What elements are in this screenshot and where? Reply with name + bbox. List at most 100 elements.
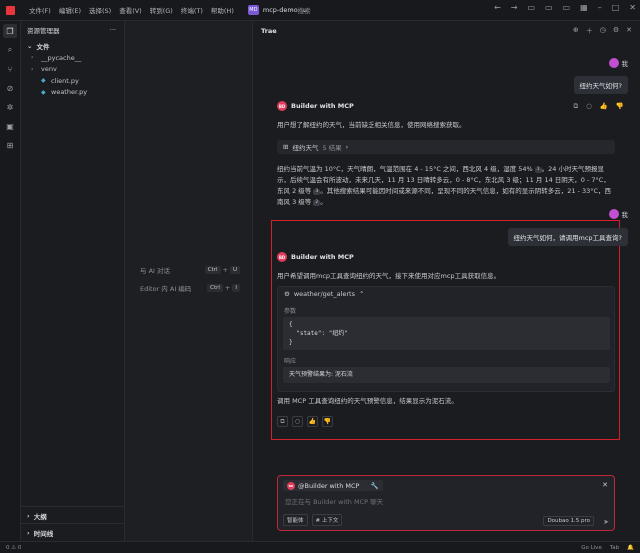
agent-context-chip[interactable]: BD @Builder with MCP 🔧 (283, 480, 383, 491)
back-arrow-icon[interactable]: ← (494, 3, 501, 12)
tree-label: venv (41, 65, 57, 74)
forward-arrow-icon[interactable]: → (511, 3, 518, 12)
key: I (232, 284, 240, 292)
bot-logo: BD (277, 252, 287, 262)
menu-help[interactable]: 帮助(H) (211, 5, 234, 15)
chat-title: Trae (261, 27, 277, 35)
params-label: 参数 (284, 308, 297, 315)
model-selector[interactable]: Doubao 1.5 pro (543, 516, 594, 526)
maximize-icon[interactable]: □ (612, 3, 620, 12)
chat-icon[interactable]: ▣ (3, 119, 17, 133)
command-search[interactable]: ⌕ 搜索 (290, 5, 311, 16)
bot-name: Builder with MCP (291, 253, 354, 261)
chevron-right-icon: › (345, 143, 349, 151)
window-controls: ← → ▭ ▭ ▭ ▦ – □ ✕ (494, 3, 636, 12)
tool-call-header[interactable]: ⚙ weather/get_alerts ⌃ (278, 287, 614, 301)
tree-item-weather[interactable]: ◆ weather.py (21, 87, 124, 99)
extensions-icon[interactable]: ⊞ (3, 138, 17, 152)
thumbs-up-icon[interactable]: 👍 (600, 102, 608, 111)
new-chat-icon[interactable]: ⊕ (573, 26, 579, 36)
user-name: 我 (621, 211, 629, 219)
search-chip-label: 纽约天气 (292, 144, 319, 152)
bot-logo: BD (277, 101, 287, 111)
explorer-icon[interactable]: ❐ (3, 24, 17, 38)
files-section[interactable]: ⌄ 文件 (21, 39, 124, 52)
go-live-button[interactable]: Go Live (581, 545, 602, 551)
copy-icon[interactable]: ⧉ (573, 102, 578, 111)
menu-terminal[interactable]: 终端(T) (181, 5, 203, 15)
bot-logo: BD (287, 481, 295, 490)
outline-section[interactable]: › 大纲 (21, 506, 125, 524)
tree-item-venv[interactable]: › venv (21, 64, 124, 76)
context-button[interactable]: # 上下文 (311, 514, 343, 526)
agent-button[interactable]: 智能体 (283, 514, 308, 526)
thumbs-down-icon[interactable]: 👎 (322, 416, 333, 427)
layout-icon[interactable]: ▦ (580, 3, 588, 12)
thumbs-up-icon[interactable]: 👍 (307, 416, 318, 427)
thumbs-down-icon[interactable]: 👎 (616, 102, 624, 111)
web-search-result[interactable]: ⊞ 纽约天气 5 结果 › (277, 140, 615, 154)
close-icon[interactable]: ✕ (626, 26, 632, 36)
explorer-panel: 资源管理器 ··· ⌄ 文件 › __pycache__ › venv ◆ cl… (21, 21, 125, 541)
source-control-icon[interactable]: ⑂ (3, 62, 17, 76)
retry-icon[interactable]: ○ (292, 416, 303, 427)
history-icon[interactable]: ◷ (600, 26, 606, 36)
section-label: 大纲 (33, 512, 47, 521)
chevron-right-icon: › (27, 511, 30, 520)
close-icon[interactable]: ✕ (602, 481, 608, 489)
tab-indicator[interactable]: Tab (610, 545, 619, 551)
bell-icon[interactable]: 🔔 (627, 545, 634, 551)
user-name: 我 (621, 60, 629, 68)
copy-icon[interactable]: ⧉ (277, 416, 288, 427)
search-icon[interactable]: ⌕ (3, 43, 17, 57)
menu-edit[interactable]: 编辑(E) (59, 5, 81, 15)
citation[interactable]: 1 (534, 167, 542, 173)
timeline-section[interactable]: › 时间线 (21, 523, 125, 541)
search-chip-count: 5 结果 (322, 144, 342, 152)
response-label: 响应 (284, 358, 297, 365)
user-message: 纽约天气如何，请调用mcp工具查询? (507, 228, 628, 246)
menu-view[interactable]: 查看(V) (119, 5, 142, 15)
chat-panel: Trae ⊕ ＋ ◷ ⚙ ✕ 我 纽约天气如何? BD Builder with… (252, 21, 640, 541)
wrench-icon[interactable]: 🔧 (370, 482, 378, 490)
debug-icon[interactable]: ✲ (3, 100, 17, 114)
chevron-right-icon: › (27, 528, 30, 537)
python-file-icon: ◆ (41, 77, 46, 85)
menu-goto[interactable]: 转到(G) (150, 5, 173, 15)
send-icon[interactable]: ➤ (603, 518, 609, 526)
toggle-sidebar-icon[interactable]: ▭ (527, 3, 535, 12)
feedback-row: ⧉ ○ 👍 👎 (277, 416, 333, 427)
search-placeholder: 搜索 (297, 7, 311, 15)
response-text: 天气预警结果为: 泥石流 (283, 367, 610, 383)
activity-bar: ❐ ⌕ ⑂ ⊘ ✲ ▣ ⊞ (0, 21, 21, 541)
avatar (608, 58, 619, 68)
key: U (229, 266, 240, 274)
more-icon[interactable]: ··· (110, 26, 116, 34)
chat-input-placeholder[interactable]: 您正在与 Builder with MCP 聊天 (285, 496, 383, 506)
menu-selection[interactable]: 选择(S) (89, 5, 111, 15)
close-icon[interactable]: ✕ (629, 3, 636, 12)
chat-input-box[interactable]: BD @Builder with MCP 🔧 ✕ 您正在与 Builder wi… (277, 475, 615, 531)
toggle-panel-icon[interactable]: ▭ (545, 3, 553, 12)
settings-icon[interactable]: ⚙ (613, 26, 619, 36)
bot-header: BD Builder with MCP (277, 101, 354, 111)
user-header: 我 (608, 209, 629, 219)
title-bar: 文件(F) 编辑(E) 选择(S) 查看(V) 转到(G) 终端(T) 帮助(H… (0, 0, 640, 21)
minimize-icon[interactable]: – (598, 3, 602, 12)
search-icon: ⌕ (290, 5, 294, 14)
toggle-aux-icon[interactable]: ▭ (563, 3, 571, 12)
add-icon[interactable]: ＋ (586, 26, 593, 36)
python-file-icon: ◆ (41, 88, 46, 96)
tree-label: __pycache__ (41, 53, 82, 62)
tree-item-pycache[interactable]: › __pycache__ (21, 52, 124, 64)
reply-body: 纽约当前气温为 10°C，天气晴朗，气温范围在 4 - 15°C 之间，西北风 … (277, 165, 612, 206)
retry-icon[interactable]: ○ (586, 102, 592, 111)
tool-name: weather/get_alerts (293, 290, 355, 298)
menu-file[interactable]: 文件(F) (29, 5, 51, 15)
tree-item-client[interactable]: ◆ client.py (21, 75, 124, 87)
app-logo (6, 5, 15, 15)
params-code: { "state": "纽约" } (283, 317, 610, 350)
key: Ctrl (207, 284, 223, 292)
remote-icon[interactable]: ⊘ (3, 81, 17, 95)
problems-count[interactable]: 0 ⚠ 0 (6, 545, 21, 551)
